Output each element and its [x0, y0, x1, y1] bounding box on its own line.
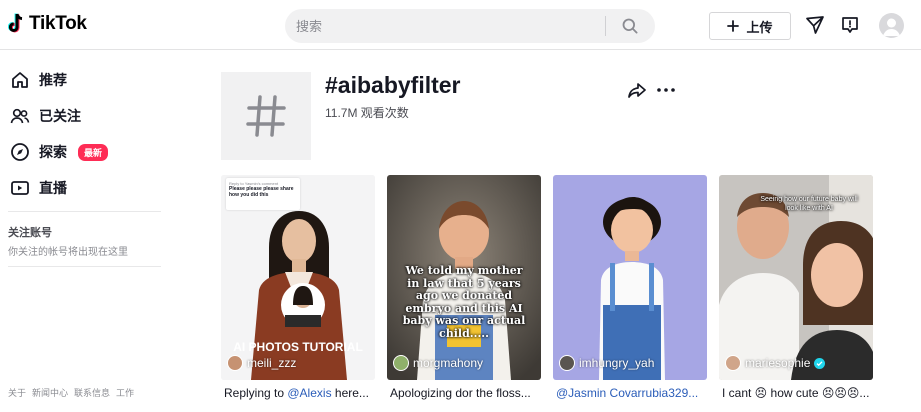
user-avatar[interactable] [879, 13, 904, 38]
upload-label: 上传 [746, 19, 773, 35]
video-caption[interactable]: I cant 😣 how cute 😣😣😣... [722, 386, 876, 400]
comment-reply-bubble: Reply to Yasmin's comment Please please … [226, 178, 300, 210]
video-author[interactable]: imhungry_yah [559, 355, 654, 371]
video-thumbnail [553, 175, 707, 380]
hashtag-thumbnail [221, 72, 311, 160]
video-caption[interactable]: @Jasmin Covarrubia329... [556, 386, 710, 400]
caption-text: I cant 😣 how cute 😣😣😣... [722, 386, 870, 400]
nav-label: 直播 [39, 180, 67, 196]
nav-label: 推荐 [39, 72, 67, 88]
top-bar: TikTok 上传 [0, 0, 921, 50]
caption-text: here... [331, 386, 369, 400]
video-card[interactable]: Seeing how our future baby will look lik… [719, 175, 873, 380]
author-avatar [725, 355, 741, 371]
author-username: meili_zzz [247, 356, 297, 370]
following-icon [10, 106, 30, 126]
messages-icon[interactable] [804, 14, 826, 36]
video-caption[interactable]: Replying to @Alexis here... [224, 386, 378, 400]
search-bar [285, 9, 655, 43]
caption-mention[interactable]: @Jasmin Covarrubia329... [556, 386, 698, 400]
following-accounts-note: 你关注的帐号将出现在这里 [8, 247, 128, 258]
new-badge: 最新 [78, 143, 109, 161]
search-icon [622, 18, 638, 34]
video-overlay-text: AI PHOTOS TUTORIAL [233, 340, 363, 354]
compass-icon [10, 142, 30, 162]
nav-item-live[interactable]: 直播 [10, 174, 67, 202]
home-icon [10, 70, 30, 90]
more-options-icon[interactable] [656, 80, 676, 100]
plus-icon [727, 20, 740, 32]
search-button[interactable] [606, 9, 654, 43]
share-icon[interactable] [627, 80, 647, 100]
video-card[interactable]: We told my mother in law that 5 years ag… [387, 175, 541, 380]
tiktok-note-icon [7, 13, 26, 35]
video-caption[interactable]: Apologizing dor the floss... [390, 386, 544, 400]
nav-item-for-you[interactable]: 推荐 [10, 66, 67, 94]
hashtag-icon [246, 95, 286, 137]
logo-text: TikTok [29, 13, 87, 34]
upload-button[interactable]: 上传 [709, 12, 791, 40]
footer-link[interactable]: 关于 [8, 386, 26, 399]
search-input[interactable] [285, 9, 605, 43]
nav-label: 探索 [39, 144, 67, 160]
author-avatar [393, 355, 409, 371]
nav-item-explore[interactable]: 探索 最新 [10, 138, 109, 166]
author-username: imhungry_yah [579, 356, 655, 370]
caption-text: Replying to [224, 386, 288, 400]
tiktok-logo[interactable]: TikTok [7, 13, 87, 35]
video-overlay-text: We told my mother in law that 5 years ag… [402, 264, 526, 340]
hashtag-title: #aibabyfilter [325, 72, 461, 98]
caption-text: Apologizing dor the floss... [390, 386, 531, 400]
video-card[interactable]: Reply to Yasmin's comment Please please … [221, 175, 375, 380]
author-username: mariesophie [745, 356, 811, 370]
caption-mention[interactable]: @Alexis [287, 386, 331, 400]
live-icon [10, 178, 30, 198]
footer-link[interactable]: 工作 [116, 386, 134, 399]
nav-item-following[interactable]: 已关注 [10, 102, 81, 130]
video-card[interactable]: imhungry_yah [553, 175, 707, 380]
video-author[interactable]: morgmahony [393, 355, 483, 371]
nav-label: 已关注 [39, 108, 81, 124]
verified-badge-icon [814, 357, 826, 369]
author-username: morgmahony [413, 356, 484, 370]
inbox-icon[interactable] [839, 14, 861, 36]
comment-reply-text: Please please please share how you did t… [229, 186, 294, 198]
sidebar-footer: 关于 新闻中心 联系信息 工作 [8, 386, 134, 399]
footer-link[interactable]: 联系信息 [74, 386, 110, 399]
sidebar-divider [8, 211, 161, 212]
footer-link[interactable]: 新闻中心 [32, 386, 68, 399]
author-avatar [559, 355, 575, 371]
sidebar-divider [8, 266, 161, 267]
author-avatar [227, 355, 243, 371]
video-overlay-text: Seeing how our future baby will look lik… [760, 196, 858, 212]
following-accounts-heading: 关注账号 [8, 227, 52, 239]
hashtag-views: 11.7M 观看次数 [325, 106, 409, 120]
tiktok-tag-page: TikTok 上传 [0, 0, 921, 412]
video-author[interactable]: meili_zzz [227, 355, 296, 371]
sidebar: 推荐 已关注 探索 最新 直播 关注账号 你关注的帐号将出现在这里 关于 新闻中… [0, 50, 170, 412]
video-author[interactable]: mariesophie [725, 355, 826, 371]
